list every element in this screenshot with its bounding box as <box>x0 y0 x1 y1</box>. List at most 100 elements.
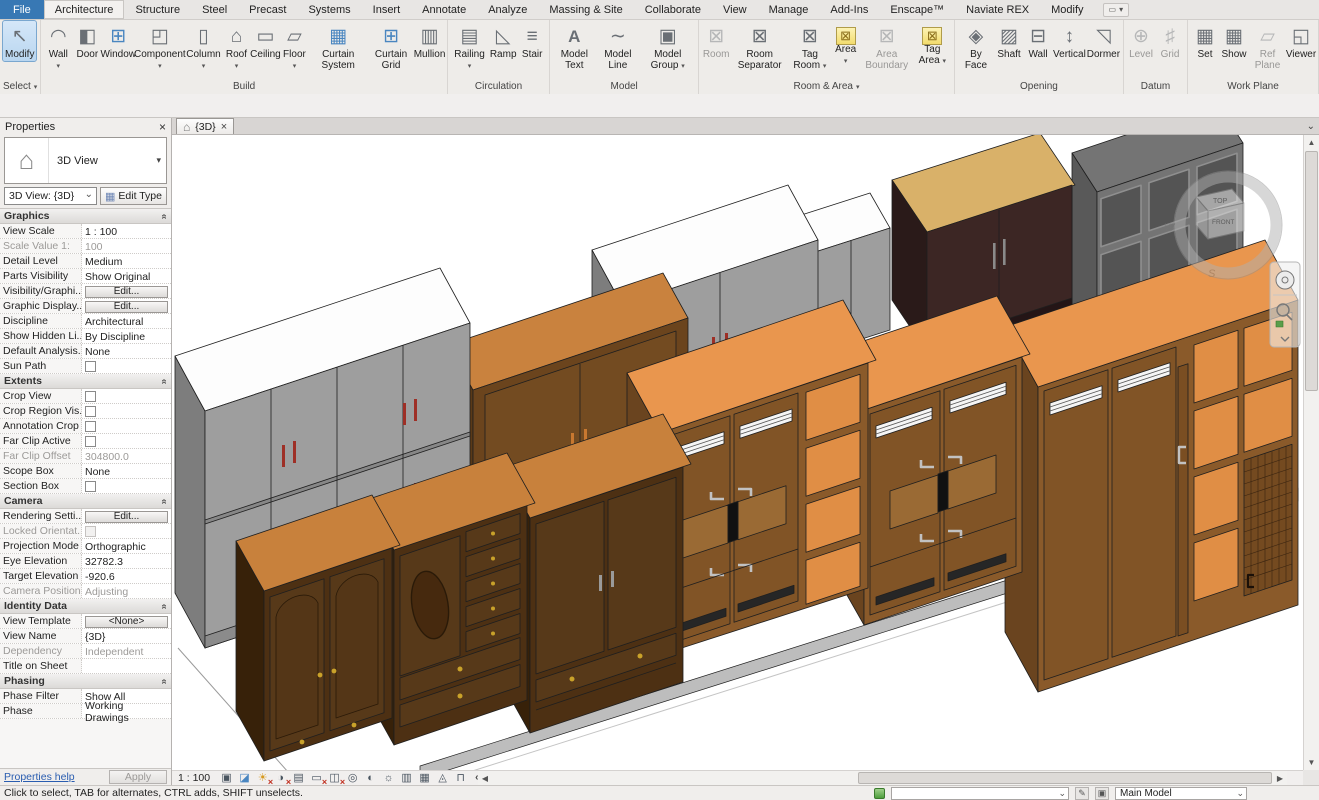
scroll-right-icon[interactable]: ▶ <box>1273 771 1287 785</box>
tab-insert[interactable]: Insert <box>362 0 412 19</box>
collapse-icon[interactable] <box>159 378 170 384</box>
ribbon-panel-label[interactable]: Build <box>44 79 444 94</box>
crop-region-icon[interactable]: ◫ <box>327 771 342 784</box>
collapse-icon[interactable] <box>159 678 170 684</box>
tab-systems[interactable]: Systems <box>297 0 361 19</box>
horizontal-scrollbar[interactable]: ◀ ▶ <box>478 770 1287 785</box>
reveal-hidden-icon[interactable]: ☼ <box>381 771 396 784</box>
shaft-button[interactable]: ▨ Shaft <box>995 21 1023 61</box>
temporary-view-properties-icon[interactable]: ▦ <box>417 771 432 784</box>
checkbox[interactable] <box>85 406 96 417</box>
railing-button[interactable]: ▤ Railing <box>451 21 488 71</box>
tab-file[interactable]: File <box>0 0 44 19</box>
ribbon-panel-label[interactable]: Model <box>553 79 695 94</box>
ref-plane-button[interactable]: ▱ Ref Plane <box>1249 21 1286 71</box>
wardrobe-dark-front[interactable] <box>502 414 691 733</box>
stair-button[interactable]: ≡ Stair <box>518 21 546 61</box>
scale-indicator[interactable]: 1 : 100 <box>178 772 210 784</box>
tab-structure[interactable]: Structure <box>124 0 191 19</box>
viewer-button[interactable]: ◱ Viewer <box>1287 21 1315 61</box>
ramp-button[interactable]: ◺ Ramp <box>489 21 517 61</box>
tab-naviate-rex[interactable]: Naviate REX <box>955 0 1040 19</box>
modify-button[interactable]: ↖ Modify <box>3 21 36 61</box>
property-button[interactable]: Edit... <box>85 301 168 313</box>
area-button[interactable]: ⊠ Area <box>832 21 860 66</box>
checkbox[interactable] <box>85 361 96 372</box>
window-button[interactable]: ⊞ Window <box>102 21 134 61</box>
checkbox[interactable] <box>85 436 96 447</box>
floor-button[interactable]: ▱ Floor <box>280 21 308 71</box>
navigation-bar[interactable] <box>1270 262 1300 347</box>
tab-annotate[interactable]: Annotate <box>411 0 477 19</box>
tab-steel[interactable]: Steel <box>191 0 238 19</box>
close-view-icon[interactable] <box>221 121 227 133</box>
curtain-system-button[interactable]: ▦ Curtain System <box>309 21 367 71</box>
section-header[interactable]: Identity Data <box>0 599 171 614</box>
tag-room-button[interactable]: ⊠ Tag Room <box>789 21 830 71</box>
model-line-button[interactable]: ∼ Model Line <box>596 21 639 71</box>
type-selector[interactable]: ⌂ 3D View <box>4 137 167 184</box>
wall-button[interactable]: ◠ Wall <box>44 21 72 71</box>
visual-style-icon[interactable]: ◪ <box>237 771 252 784</box>
grid-button[interactable]: ♯ Grid <box>1156 21 1184 61</box>
ribbon-panel-label[interactable]: Work Plane <box>1191 79 1315 94</box>
rendering-dialog-icon[interactable]: ▣ <box>219 771 234 784</box>
section-header[interactable]: Graphics <box>0 209 171 224</box>
property-button[interactable]: Edit... <box>85 286 168 298</box>
set-button[interactable]: ▦ Set <box>1191 21 1219 61</box>
room-button[interactable]: ⊠ Room <box>702 21 730 61</box>
view-tab-3d[interactable]: {3D} <box>176 118 234 134</box>
ribbon-panel-label[interactable]: Opening <box>958 79 1120 94</box>
level-button[interactable]: ⊕ Level <box>1127 21 1155 61</box>
tab-manage[interactable]: Manage <box>758 0 820 19</box>
tab-massing-site[interactable]: Massing & Site <box>538 0 633 19</box>
scroll-up-icon[interactable]: ▲ <box>1304 135 1319 150</box>
detail-level-icon[interactable]: ▤ <box>291 771 306 784</box>
model-text-button[interactable]: A Model Text <box>553 21 595 71</box>
tag-area-button[interactable]: ⊠ Tag Area <box>914 21 951 66</box>
analytical-model-icon[interactable]: ◬ <box>435 771 450 784</box>
apply-button[interactable]: Apply <box>109 770 167 784</box>
editable-only-icon[interactable]: ✎ <box>1075 787 1089 800</box>
ribbon-panel-label[interactable]: Circulation <box>451 79 546 94</box>
section-header[interactable]: Phasing <box>0 674 171 689</box>
view-tab-list-icon[interactable] <box>1307 121 1315 132</box>
collapse-icon[interactable] <box>159 213 170 219</box>
column-button[interactable]: ▯ Column <box>186 21 222 71</box>
by-face-button[interactable]: ◈ By Face <box>958 21 994 71</box>
show-button[interactable]: ▦ Show <box>1220 21 1248 61</box>
scroll-down-icon[interactable]: ▼ <box>1304 755 1319 770</box>
checkbox[interactable] <box>85 481 96 492</box>
tab-addins[interactable]: Add-Ins <box>819 0 879 19</box>
checkbox[interactable] <box>85 391 96 402</box>
checkbox[interactable] <box>85 526 96 537</box>
roof-button[interactable]: ⌂ Roof <box>222 21 250 71</box>
temporary-hide-isolate-icon[interactable]: ◐ <box>363 771 378 784</box>
cabinet-arched-doors[interactable] <box>236 495 400 761</box>
tab-modify[interactable]: Modify <box>1040 0 1094 19</box>
vertical-opening-button[interactable]: ↕ Vertical <box>1053 21 1086 61</box>
locked-3d-icon[interactable]: ◎ <box>345 771 360 784</box>
design-option-selector[interactable]: Main Model <box>1115 787 1247 800</box>
scroll-left-icon[interactable]: ◀ <box>478 771 492 785</box>
ceiling-button[interactable]: ▭ Ceiling <box>251 21 279 61</box>
worksharing-display-icon[interactable]: ▥ <box>399 771 414 784</box>
checkbox[interactable] <box>85 421 96 432</box>
component-button[interactable]: ◰ Component <box>135 21 184 71</box>
tab-view[interactable]: View <box>712 0 758 19</box>
ribbon-panel-label[interactable]: Room & Area <box>702 79 951 94</box>
tab-architecture[interactable]: Architecture <box>44 0 125 19</box>
tab-precast[interactable]: Precast <box>238 0 297 19</box>
edit-type-button[interactable]: Edit Type <box>100 187 167 205</box>
horizontal-scroll-thumb[interactable] <box>858 772 1272 784</box>
section-header[interactable]: Extents <box>0 374 171 389</box>
property-button[interactable]: Edit... <box>85 511 168 523</box>
ribbon-panel-label[interactable]: Datum <box>1127 79 1184 94</box>
crop-view-icon[interactable]: ▭ <box>309 771 324 784</box>
tab-analyze[interactable]: Analyze <box>477 0 538 19</box>
reveal-constraints-icon[interactable]: ⊓ <box>453 771 468 784</box>
collapse-icon[interactable] <box>159 498 170 504</box>
section-header[interactable]: Camera <box>0 494 171 509</box>
tab-enscape[interactable]: Enscape™ <box>879 0 955 19</box>
ribbon-display-toggle[interactable]: ▭ ▾ <box>1103 3 1130 17</box>
